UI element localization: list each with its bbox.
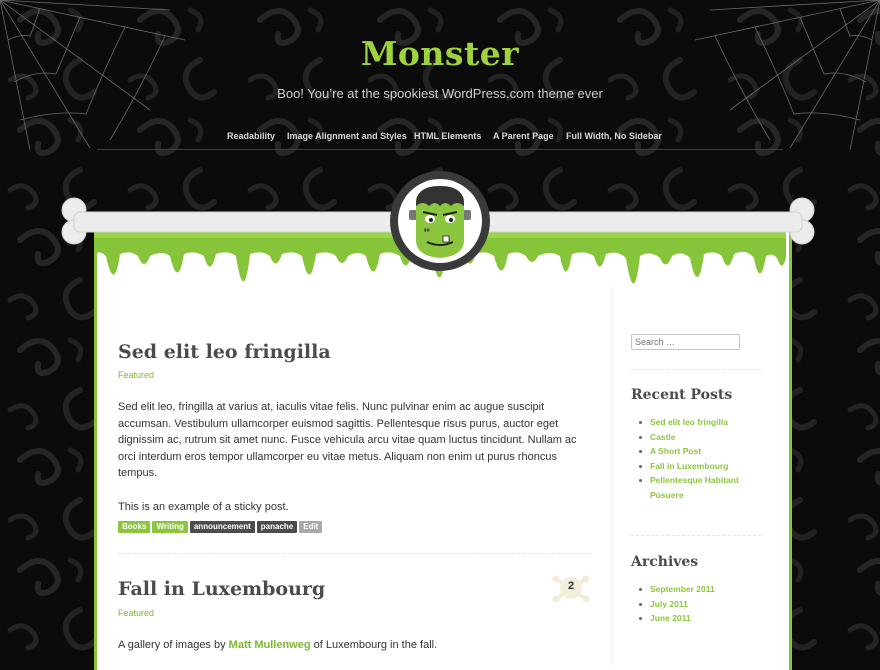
excerpt-text: A gallery of images by bbox=[118, 639, 229, 651]
nav-item-html-elements[interactable]: HTML Elements bbox=[414, 131, 481, 141]
post-paragraph: A gallery of images by Matt Mullenweg of… bbox=[118, 637, 590, 654]
nav-item-parent-page[interactable]: A Parent Page bbox=[493, 131, 554, 141]
site-description: Boo! You’re at the spookiest WordPress.c… bbox=[277, 86, 603, 101]
post-tags: Books Writing announcement panache Edit bbox=[118, 514, 324, 533]
post-excerpt: A gallery of images by Matt Mullenweg of… bbox=[118, 637, 590, 654]
author-link[interactable]: Matt Mullenweg bbox=[229, 639, 311, 651]
recent-post-link[interactable]: Fall in Luxembourg bbox=[631, 459, 761, 474]
post-divider bbox=[118, 553, 590, 554]
nav-item-image-alignment[interactable]: Image Alignment and Styles bbox=[287, 131, 407, 141]
search-input[interactable] bbox=[631, 334, 740, 350]
recent-post-link[interactable]: Sed elit leo fringilla bbox=[631, 415, 761, 430]
recent-posts-title: Recent Posts bbox=[631, 387, 733, 403]
archive-link[interactable]: July 2011 bbox=[631, 597, 761, 612]
recent-post-link[interactable]: Castle bbox=[631, 430, 761, 445]
widget-divider bbox=[631, 535, 761, 536]
excerpt-text: of Luxembourg in the fall. bbox=[310, 639, 438, 651]
widget-divider bbox=[631, 369, 761, 370]
site-title[interactable]: Monster bbox=[0, 34, 880, 73]
archive-link[interactable]: September 2011 bbox=[631, 582, 761, 597]
nav-divider bbox=[97, 149, 783, 150]
archive-link[interactable]: June 2011 bbox=[631, 611, 761, 626]
post-category[interactable]: Featured bbox=[118, 608, 154, 618]
post-category[interactable]: Featured bbox=[118, 370, 154, 380]
post-title[interactable]: Sed elit leo fringilla bbox=[118, 341, 331, 363]
tag-writing[interactable]: Writing bbox=[152, 521, 188, 533]
nav-item-readability[interactable]: Readability bbox=[227, 131, 275, 141]
post-title[interactable]: Fall in Luxembourg bbox=[118, 578, 325, 600]
spiderweb-icon bbox=[694, 0, 880, 150]
tag-books[interactable]: Books bbox=[118, 521, 151, 533]
tag-announcement[interactable]: announcement bbox=[189, 521, 255, 533]
spiderweb-icon bbox=[0, 0, 186, 150]
nav-item-full-width[interactable]: Full Width, No Sidebar bbox=[566, 131, 662, 141]
edit-link[interactable]: Edit bbox=[299, 521, 323, 533]
comment-count[interactable]: 2 bbox=[561, 580, 581, 592]
post-paragraph: Sed elit leo, fringilla at varius at, ia… bbox=[118, 401, 577, 479]
recent-posts-list: Sed elit leo fringilla Castle A Short Po… bbox=[631, 415, 761, 502]
sidebar-divider bbox=[612, 285, 613, 665]
post-paragraph: This is an example of a sticky post. bbox=[118, 500, 289, 513]
frankenstein-monster-icon[interactable] bbox=[389, 170, 491, 272]
archives-title: Archives bbox=[631, 554, 699, 570]
archives-list: September 2011 July 2011 June 2011 bbox=[631, 582, 761, 626]
post-content: Sed elit leo, fringilla at varius at, ia… bbox=[118, 399, 590, 515]
recent-post-link[interactable]: Pellentesque Habitant Posuere bbox=[631, 473, 761, 502]
tag-panache[interactable]: panache bbox=[256, 521, 298, 533]
recent-post-link[interactable]: A Short Post bbox=[631, 444, 761, 459]
